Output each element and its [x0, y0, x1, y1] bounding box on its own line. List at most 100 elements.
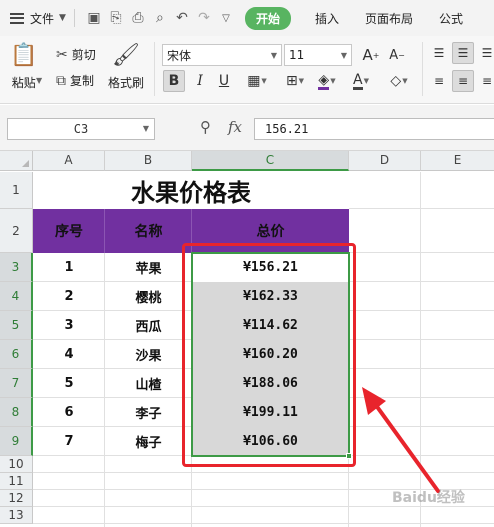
undo-icon[interactable]: ↶: [171, 7, 193, 29]
align-middle-button[interactable]: ☰: [452, 42, 474, 64]
chevron-down-icon: ▼: [340, 50, 347, 60]
row-header-4[interactable]: 4: [0, 282, 33, 311]
row-header-3[interactable]: 3: [0, 253, 33, 282]
tab-insert[interactable]: 插入: [315, 7, 339, 30]
italic-button[interactable]: I: [189, 70, 211, 92]
eraser-icon: ◇: [390, 73, 402, 89]
menu-icon[interactable]: [10, 12, 24, 24]
more-icon[interactable]: ▽: [215, 7, 237, 29]
spreadsheet-grid[interactable]: A B C D E 1 2 3 4 5 6 7 8 9 10 11 12 13 …: [0, 151, 494, 527]
function-icon[interactable]: fx: [228, 118, 242, 136]
font-color-button[interactable]: A ▼: [346, 70, 376, 92]
merge-button[interactable]: ⊞ ▼: [280, 70, 310, 92]
scissors-icon: ✂: [56, 46, 68, 63]
table-cell-name[interactable]: 沙果: [105, 340, 192, 369]
row-header-2[interactable]: 2: [0, 209, 33, 253]
align-center-icon: ≡: [457, 74, 469, 88]
bold-button[interactable]: B: [163, 70, 185, 92]
clear-button[interactable]: ◇ ▼: [384, 70, 414, 92]
column-header-a[interactable]: A: [33, 151, 105, 171]
name-box[interactable]: C3 ▼: [7, 118, 155, 140]
tab-formulas[interactable]: 公式: [439, 7, 463, 30]
table-cell-number[interactable]: 5: [33, 369, 105, 398]
table-cell-number[interactable]: 1: [33, 253, 105, 282]
table-cell-name[interactable]: 山楂: [105, 369, 192, 398]
sheet-title-cell[interactable]: 水果价格表: [33, 172, 349, 209]
column-header-e[interactable]: E: [421, 151, 494, 171]
column-header-c[interactable]: C: [192, 151, 349, 171]
paste-options-icon[interactable]: ▼: [36, 76, 42, 85]
share-icon[interactable]: ⎘: [105, 7, 127, 29]
increase-font-size-button[interactable]: A +: [360, 44, 382, 66]
copy-icon: ⧉: [56, 72, 66, 89]
borders-button[interactable]: ▦ ▼: [242, 70, 272, 92]
merge-icon: ⊞: [285, 73, 298, 89]
underline-button[interactable]: U: [213, 70, 235, 92]
brush-icon: 🖌: [112, 43, 140, 68]
align-left-icon: ≡: [433, 74, 445, 88]
font-size-select[interactable]: 11 ▼: [284, 44, 352, 66]
formula-bar: C3 ▼ ⚲ fx 156.21: [0, 105, 494, 151]
row-header-5[interactable]: 5: [0, 311, 33, 340]
table-cell-number[interactable]: 6: [33, 398, 105, 427]
table-cell-name[interactable]: 苹果: [105, 253, 192, 282]
tab-page-layout[interactable]: 页面布局: [365, 7, 413, 30]
align-right-button[interactable]: ≡: [476, 70, 494, 92]
row-header-1[interactable]: 1: [0, 172, 33, 209]
row-header-8[interactable]: 8: [0, 398, 33, 427]
header-cell-number[interactable]: 序号: [33, 209, 105, 253]
align-center-button[interactable]: ≡: [452, 70, 474, 92]
ribbon-toolbar: 📋 粘贴 ▼ ✂ 剪切 ⧉ 复制 🖌 格式刷 宋体 ▼ 11 ▼ A + A − B…: [0, 36, 494, 104]
watermark: Baidu经验: [392, 490, 465, 506]
save-icon[interactable]: ▣: [83, 7, 105, 29]
format-painter-button[interactable]: 🖌 格式刷: [108, 42, 144, 91]
row-header-7[interactable]: 7: [0, 369, 33, 398]
paste-icon: 📋: [10, 43, 38, 68]
table-cell-name[interactable]: 梅子: [105, 427, 192, 456]
decrease-font-size-button[interactable]: A −: [386, 44, 408, 66]
column-header-b[interactable]: B: [105, 151, 192, 171]
table-cell-number[interactable]: 7: [33, 427, 105, 456]
column-header-d[interactable]: D: [349, 151, 421, 171]
row-header-11[interactable]: 11: [0, 473, 33, 490]
chevron-down-icon: ▼: [270, 50, 277, 60]
header-cell-name[interactable]: 名称: [105, 209, 192, 253]
formula-input[interactable]: 156.21: [254, 118, 494, 140]
fill-color-button[interactable]: ◈ ▼: [312, 70, 342, 92]
file-menu[interactable]: 文件: [30, 10, 54, 27]
align-middle-icon: ☰: [457, 46, 469, 60]
cut-button[interactable]: ✂ 剪切: [56, 46, 96, 63]
menu-bar: 文件 ▼ ▣ ⎘ ⎙ ⌕ ↶ ↷ ▽ 开始 插入 页面布局 公式: [0, 0, 494, 36]
align-top-icon: ☰: [433, 46, 445, 60]
select-all-corner[interactable]: [0, 151, 33, 171]
table-cell-number[interactable]: 3: [33, 311, 105, 340]
print-icon[interactable]: ⎙: [127, 7, 149, 29]
redo-icon[interactable]: ↷: [193, 7, 215, 29]
table-cell-number[interactable]: 2: [33, 282, 105, 311]
highlight-annotation-box: [182, 243, 356, 467]
row-header-10[interactable]: 10: [0, 456, 33, 473]
tab-home[interactable]: 开始: [244, 6, 291, 30]
row-header-6[interactable]: 6: [0, 340, 33, 369]
font-name-select[interactable]: 宋体 ▼: [162, 44, 282, 66]
font-color-icon: A: [353, 71, 363, 90]
row-header-13[interactable]: 13: [0, 507, 33, 524]
table-cell-name[interactable]: 西瓜: [105, 311, 192, 340]
border-icon: ▦: [247, 73, 261, 89]
table-cell-number[interactable]: 4: [33, 340, 105, 369]
chevron-down-icon: ▼: [142, 124, 149, 133]
paste-button[interactable]: 📋 粘贴: [10, 42, 37, 91]
table-cell-name[interactable]: 樱桃: [105, 282, 192, 311]
chevron-down-icon[interactable]: ▼: [59, 13, 66, 23]
row-header-9[interactable]: 9: [0, 427, 33, 456]
table-cell-name[interactable]: 李子: [105, 398, 192, 427]
row-header-12[interactable]: 12: [0, 490, 33, 507]
copy-button[interactable]: ⧉ 复制: [56, 72, 94, 89]
zoom-icon[interactable]: ⚲: [200, 118, 211, 136]
align-bottom-icon: ☰: [481, 46, 493, 60]
align-top-button[interactable]: ☰: [428, 42, 450, 64]
align-bottom-button[interactable]: ☰: [476, 42, 494, 64]
print-preview-icon[interactable]: ⌕: [149, 7, 171, 29]
align-left-button[interactable]: ≡: [428, 70, 450, 92]
paint-bucket-icon: ◈: [318, 71, 330, 90]
